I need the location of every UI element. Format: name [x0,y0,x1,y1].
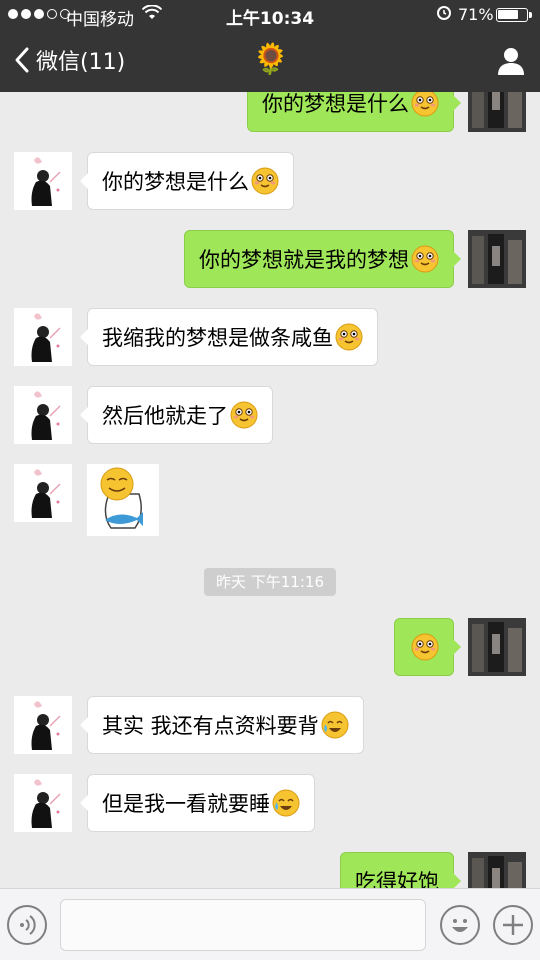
avatar-image [468,92,526,132]
smile-emoji [251,167,279,195]
message-text: 其实 我还有点资料要背 [102,714,319,738]
my-avatar[interactable] [468,230,526,288]
contact-avatar[interactable] [14,464,72,522]
emoji-button[interactable] [440,905,480,945]
avatar-image [468,230,526,288]
crying-laughing-emoji [321,711,349,739]
smile-emoji [411,633,439,661]
chevron-left-icon [15,47,29,73]
avatar-image [14,464,72,522]
received-message-bubble[interactable]: 我缩我的梦想是做条咸鱼 [80,308,378,366]
smile-emoji [335,323,363,351]
avatar-image [14,308,72,366]
top-bar: 中国移动 上午10:34 71% 微信(11) 🌻 [0,0,540,92]
emoji-fish-sticker [100,467,143,529]
received-message-bubble[interactable]: 但是我一看就要睡 [80,774,315,832]
input-bar [0,888,540,960]
my-avatar[interactable] [468,852,526,888]
sent-message-bubble[interactable]: 吃得好饱 [340,852,461,888]
message-text: 你的梦想是什么 [102,170,249,194]
message-input[interactable] [60,899,426,951]
battery-icon [496,8,532,22]
alarm-icon [436,4,452,24]
smiley-icon [452,919,468,932]
avatar-image [14,386,72,444]
battery-percent: 71% [458,5,494,24]
contact-avatar[interactable] [14,386,72,444]
smile-emoji [411,92,439,117]
person-icon [498,48,524,75]
sent-message-bubble[interactable]: 你的梦想是什么 [247,92,461,132]
contact-avatar[interactable] [14,774,72,832]
message-timestamp: 昨天 下午11:16 [204,568,336,596]
message-text: 吃得好饱 [355,870,439,888]
received-message-bubble[interactable]: 你的梦想是什么 [80,152,294,210]
my-avatar[interactable] [468,92,526,132]
voice-input-button[interactable] [7,905,47,945]
back-label: 微信(11) [36,50,126,75]
smile-emoji [230,401,258,429]
sent-message-bubble[interactable]: 你的梦想就是我的梦想 [184,230,461,288]
smile-emoji [411,245,439,273]
nav-bar: 微信(11) 🌻 [0,30,540,92]
message-text: 但是我一看就要睡 [102,792,270,816]
sticker-message[interactable] [87,464,159,536]
contact-avatar[interactable] [14,696,72,754]
received-message-bubble[interactable]: 然后他就走了 [80,386,273,444]
voice-icon [20,915,36,935]
chat-area[interactable]: 你的梦想是什么 你的梦想是什么 你的梦想就是我的梦想 我缩我的梦想是做条咸鱼 然后他就走… [0,92,540,888]
plus-icon [503,915,523,935]
sent-message-bubble[interactable] [394,618,461,676]
back-button[interactable]: 微信(11) [12,44,125,76]
message-text: 我缩我的梦想是做条咸鱼 [102,326,333,350]
avatar-image [14,152,72,210]
crying-laughing-emoji [272,789,300,817]
status-bar: 中国移动 上午10:34 71% [0,0,540,30]
message-text: 你的梦想就是我的梦想 [199,248,409,272]
message-text: 然后他就走了 [102,404,228,428]
avatar-image [14,774,72,832]
avatar-image [468,618,526,676]
more-button[interactable] [493,905,533,945]
profile-button[interactable] [494,44,528,78]
message-text: 你的梦想是什么 [262,92,409,116]
contact-avatar[interactable] [14,308,72,366]
received-message-bubble[interactable]: 其实 我还有点资料要背 [80,696,364,754]
contact-avatar[interactable] [14,152,72,210]
my-avatar[interactable] [468,618,526,676]
sunflower-icon: 🌻 [252,42,290,77]
avatar-image [14,696,72,754]
avatar-image [468,852,526,888]
